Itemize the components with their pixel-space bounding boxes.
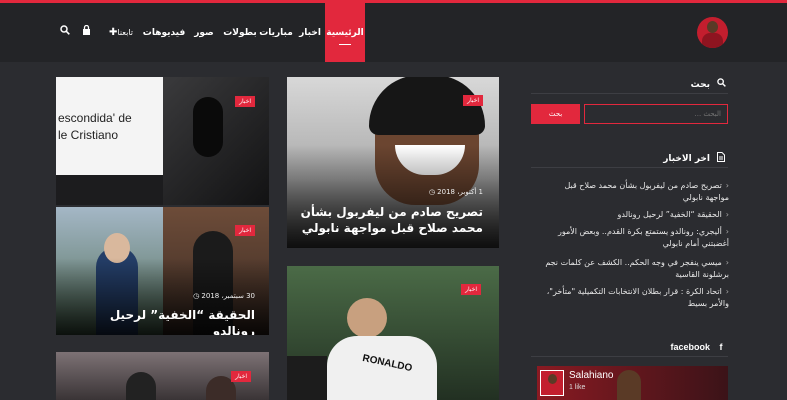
page-name[interactable]: Salahiano bbox=[569, 370, 613, 381]
nav-item-label: صور bbox=[194, 27, 214, 38]
card-title[interactable]: تصريح صادم من ليفربول بشأن محمد صلاح قبل… bbox=[297, 205, 483, 236]
featured-news-card[interactable]: اخبار 1 أكتوبر، 2018 ◷ تصريح صادم من ليف… bbox=[287, 77, 499, 248]
nav-item-label: بطولات bbox=[223, 27, 257, 38]
nav-item-videos[interactable]: فيديوهات bbox=[143, 3, 185, 62]
active-underline bbox=[339, 44, 351, 45]
page-likes: 1 like bbox=[569, 384, 586, 391]
nav-item-tournaments[interactable]: بطولات bbox=[222, 3, 258, 62]
cover-photo-person bbox=[617, 370, 641, 400]
nav-item-home[interactable]: الرئيسية bbox=[325, 3, 365, 62]
widget-title: اخر الاخبار bbox=[663, 154, 710, 164]
nav-item-news[interactable]: اخبار bbox=[296, 3, 324, 62]
nav-item-follow[interactable]: ✚ تابعنا bbox=[100, 3, 138, 62]
news-card[interactable]: اخبار bbox=[56, 352, 269, 400]
site-logo[interactable] bbox=[697, 17, 728, 48]
lock-icon[interactable] bbox=[82, 24, 91, 40]
jersey-text: RONALDO bbox=[361, 352, 414, 375]
facebook-widget-heading: f facebook bbox=[660, 340, 728, 354]
category-badge[interactable]: اخبار bbox=[235, 225, 255, 236]
post-date-text: 1 أكتوبر، 2018 bbox=[437, 188, 483, 196]
card-image-text: escondida' de le Cristiano bbox=[58, 111, 132, 143]
category-badge[interactable]: اخبار bbox=[235, 96, 255, 107]
facebook-page-box[interactable]: Salahiano 1 like bbox=[537, 366, 728, 400]
card-image-text-panel: escondida' de le Cristiano bbox=[56, 77, 163, 175]
clock-icon: ◷ bbox=[193, 292, 200, 300]
nav-item-label: الرئيسية bbox=[326, 27, 364, 38]
nav-item-label: تابعنا bbox=[117, 28, 133, 37]
post-date: 30 سبتمبر، 2018 ◷ bbox=[193, 292, 255, 300]
category-badge[interactable]: اخبار bbox=[461, 284, 481, 295]
list-item[interactable]: الحقيقة “الخفية” لرحيل رونالدو bbox=[541, 209, 729, 221]
search-button[interactable]: بحث bbox=[531, 104, 580, 124]
list-item[interactable]: اتحاد الكرة : قرار بطلان الانتخابات التك… bbox=[541, 286, 729, 310]
clock-icon: ◷ bbox=[428, 188, 435, 196]
nav-item-label: مباريات bbox=[259, 27, 293, 38]
widget-title: facebook bbox=[670, 342, 710, 352]
document-icon bbox=[714, 152, 728, 166]
divider bbox=[531, 356, 728, 357]
search-input[interactable] bbox=[584, 104, 728, 124]
latest-news-heading: اخر الاخبار bbox=[655, 152, 728, 166]
facebook-icon: f bbox=[719, 342, 723, 352]
list-item[interactable]: أليجري: رونالدو يستمتع بكرة القدم.. وبعض… bbox=[541, 226, 729, 250]
list-item[interactable]: ميسي ينفجر في وجه الحكم.. الكشف عن كلمات… bbox=[541, 257, 729, 281]
nav-item-label: اخبار bbox=[299, 27, 321, 38]
widget-title: بحث bbox=[690, 80, 710, 90]
nav-item-matches[interactable]: مباريات bbox=[258, 3, 294, 62]
player-jersey: RONALDO bbox=[327, 336, 437, 400]
news-card[interactable]: اخبار 30 سبتمبر، 2018 ◷ الحقيقة “الخفية”… bbox=[56, 207, 269, 335]
divider bbox=[531, 93, 728, 94]
logo-face bbox=[707, 21, 718, 33]
card-image-photo bbox=[347, 298, 387, 338]
logo-shirt bbox=[702, 33, 723, 48]
search-icon bbox=[714, 78, 728, 92]
background-player bbox=[287, 356, 327, 400]
list-item[interactable]: تصريح صادم من ليفربول بشأن محمد صلاح قبل… bbox=[541, 180, 729, 204]
category-badge[interactable]: اخبار bbox=[463, 95, 483, 106]
search-widget-heading: بحث bbox=[650, 78, 728, 92]
news-card[interactable]: RONALDO اخبار bbox=[287, 266, 499, 400]
divider bbox=[531, 167, 728, 168]
news-card[interactable]: escondida' de le Cristiano اخبار bbox=[56, 77, 269, 205]
nav-item-photos[interactable]: صور bbox=[190, 3, 218, 62]
post-date-text: 30 سبتمبر، 2018 bbox=[201, 292, 255, 300]
site-header: الرئيسية اخبار مباريات بطولات صور فيديوه… bbox=[0, 3, 787, 62]
card-title[interactable]: الحقيقة “الخفية” لرحيل رونالدو bbox=[65, 308, 255, 335]
nav-item-label: فيديوهات bbox=[142, 27, 186, 38]
plus-icon: ✚ bbox=[109, 27, 118, 38]
category-badge[interactable]: اخبار bbox=[231, 371, 251, 382]
post-date: 1 أكتوبر، 2018 ◷ bbox=[429, 188, 483, 196]
page-avatar bbox=[540, 370, 564, 396]
card-image-photo bbox=[126, 372, 156, 400]
search-icon[interactable] bbox=[60, 25, 70, 40]
